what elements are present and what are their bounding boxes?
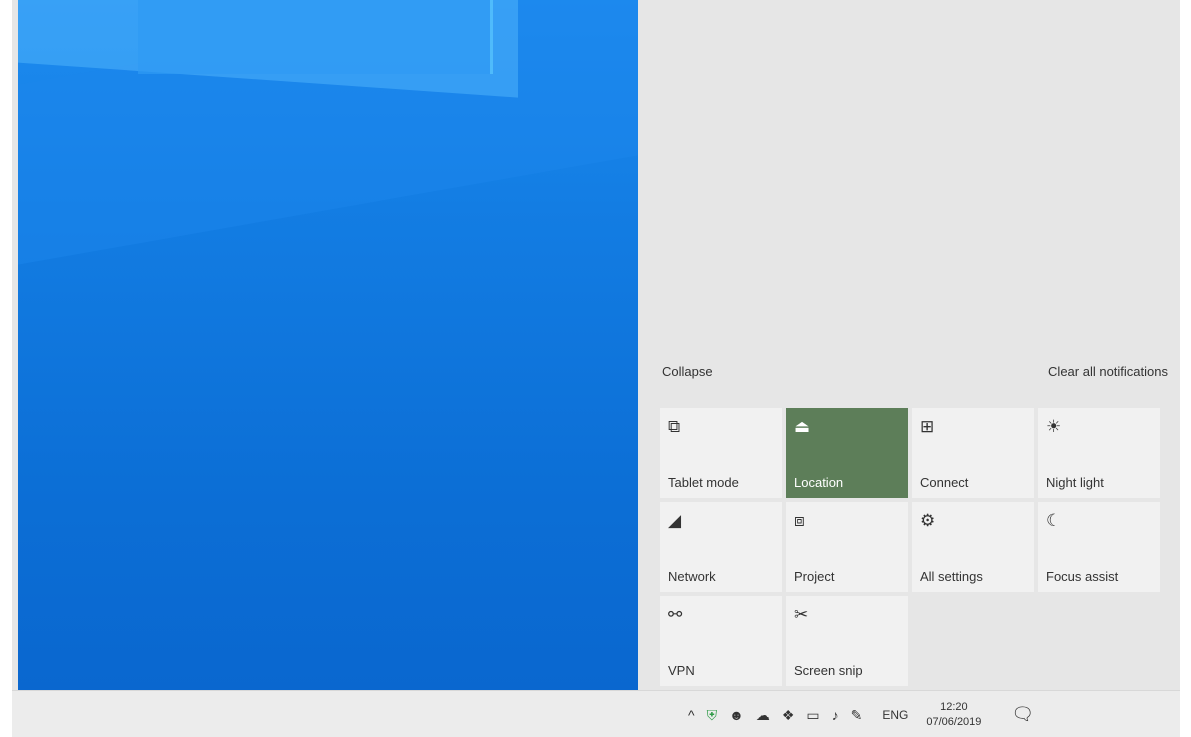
onedrive-cloud-icon[interactable]: ☁	[756, 708, 770, 722]
tile-label: Night light	[1046, 475, 1104, 490]
tile-label: Network	[668, 569, 716, 584]
tile-project[interactable]: ⧈ Project	[786, 502, 908, 592]
clock-date: 07/06/2019	[926, 715, 982, 728]
tile-label: VPN	[668, 663, 695, 678]
screen-snip-icon: ✂	[794, 605, 809, 624]
security-shield-icon[interactable]: ⛨	[707, 708, 718, 722]
settings-icon: ⚙	[920, 511, 936, 530]
tile-all-settings[interactable]: ⚙ All settings	[912, 502, 1034, 592]
network-icon: ◢	[668, 511, 682, 530]
chevron-up-icon[interactable]: ^	[688, 708, 695, 722]
tile-label: Location	[794, 475, 844, 490]
tile-connect[interactable]: ⊞ Connect	[912, 408, 1034, 498]
tile-label: Focus assist	[1046, 569, 1119, 584]
tile-network[interactable]: ◢ Network	[660, 502, 782, 592]
system-tray: ^ ⛨ ☻ ☁ ❖ ▭ ♪ ✎ ENG 12:20 07/06/2019 🗨	[688, 691, 1034, 737]
desktop-wallpaper	[18, 0, 638, 690]
tile-tablet-mode[interactable]: ⧉ Tablet mode	[660, 408, 782, 498]
people-icon[interactable]: ☻	[729, 708, 744, 722]
dropbox-icon[interactable]: ❖	[782, 708, 795, 722]
collapse-link[interactable]: Collapse	[662, 364, 713, 379]
volume-icon[interactable]: ♪	[832, 708, 839, 722]
wallpaper-window-pane	[138, 0, 493, 74]
clear-all-notifications-link[interactable]: Clear all notifications	[1048, 364, 1168, 379]
tablet-mode-icon: ⧉	[668, 417, 681, 436]
display-icon[interactable]: ▭	[806, 708, 819, 722]
quick-actions-grid: ⧉ Tablet mode ⏏ Location ⊞ Connect ☀ Nig…	[660, 408, 1168, 686]
vpn-icon: ⚯	[668, 605, 683, 624]
screen: Collapse Clear all notifications ⧉ Table…	[12, 0, 1180, 737]
language-indicator[interactable]: ENG	[882, 708, 908, 722]
clock[interactable]: 12:20 07/06/2019	[926, 700, 981, 730]
tile-label: Screen snip	[794, 663, 863, 678]
night-light-icon: ☀	[1046, 417, 1062, 436]
tile-vpn[interactable]: ⚯ VPN	[660, 596, 782, 686]
tile-label: All settings	[920, 569, 983, 584]
pen-icon[interactable]: ✎	[851, 708, 863, 722]
clock-time: 12:20	[940, 700, 968, 713]
focus-assist-icon: ☾	[1046, 511, 1062, 530]
notifications-icon[interactable]: 🗨	[1011, 704, 1034, 725]
tile-label: Project	[794, 569, 835, 584]
project-icon: ⧈	[794, 511, 805, 530]
action-center-panel: Collapse Clear all notifications ⧉ Table…	[638, 0, 1180, 690]
tile-label: Tablet mode	[668, 475, 739, 490]
tile-focus-assist[interactable]: ☾ Focus assist	[1038, 502, 1160, 592]
tile-night-light[interactable]: ☀ Night light	[1038, 408, 1160, 498]
taskbar: ^ ⛨ ☻ ☁ ❖ ▭ ♪ ✎ ENG 12:20 07/06/2019 🗨	[12, 690, 1180, 737]
tile-screen-snip[interactable]: ✂ Screen snip	[786, 596, 908, 686]
tile-label: Connect	[920, 475, 969, 490]
tile-location[interactable]: ⏏ Location	[786, 408, 908, 498]
connect-icon: ⊞	[920, 417, 935, 436]
location-icon: ⏏	[794, 417, 811, 436]
